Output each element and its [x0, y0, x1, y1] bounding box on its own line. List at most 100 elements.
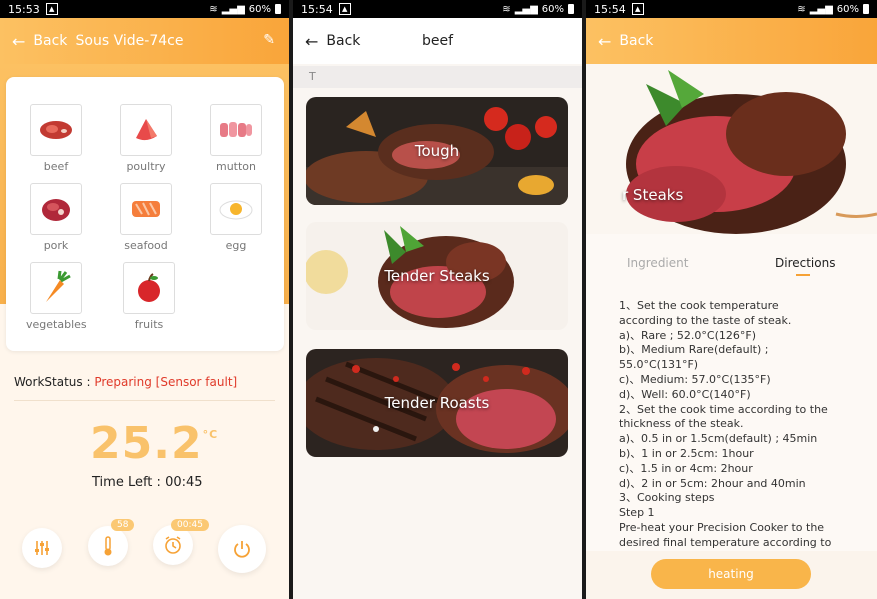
category-egg[interactable]: egg	[206, 183, 266, 252]
tab-directions[interactable]: Directions	[775, 256, 835, 270]
set-temperature-button[interactable]	[88, 526, 128, 566]
battery-percent: 60%	[836, 3, 859, 15]
back-button[interactable]: ← Back	[305, 32, 360, 51]
direction-line: Pre-heat your Precision Cooker to the	[619, 520, 825, 534]
direction-line: 1、Set the cook temperature	[619, 299, 779, 312]
direction-line: Step 1	[619, 506, 655, 520]
signal-icon: ▂▄▆	[221, 3, 245, 15]
category-pork[interactable]: pork	[26, 183, 86, 252]
power-button[interactable]	[218, 525, 266, 573]
category-label: egg	[225, 239, 247, 252]
back-label: Back	[619, 33, 654, 49]
notification-icon: ▲	[45, 3, 58, 15]
temperature-unit: °C	[202, 428, 219, 441]
category-fruits[interactable]: fruits	[119, 262, 179, 331]
alarm-clock-icon	[165, 536, 181, 554]
category-label: pork	[43, 239, 69, 252]
power-icon	[234, 541, 250, 558]
back-button[interactable]: ← Back	[598, 32, 653, 51]
category-label: seafood	[124, 239, 168, 252]
notification-icon: ▲	[338, 3, 351, 15]
recipe-title: r Steaks	[622, 186, 684, 204]
device-screen: 15:54 ▲ ≋ ▂▄▆ 60% ← Back beef T Tough Te…	[293, 0, 582, 599]
carrot-icon	[46, 270, 71, 302]
direction-line: c)、1.5 in or 4cm: 2hour	[619, 461, 753, 475]
thermometer-icon	[104, 536, 112, 556]
direction-line: a)、Rare ; 52.0°C(126°F)	[619, 328, 757, 342]
category-vegetables[interactable]: vegetables	[26, 262, 87, 331]
status-bar: 15:54 ▲ ≋ ▂▄▆ 60%	[293, 0, 582, 18]
settings-sliders-button[interactable]	[22, 528, 62, 568]
edit-icon[interactable]: ✎	[263, 32, 275, 48]
category-label: fruits	[134, 318, 164, 331]
time-left: Time Left : 00:45	[92, 475, 203, 490]
wifi-icon: ≋	[502, 3, 511, 15]
direction-line: thickness of the steak.	[619, 417, 744, 431]
heating-button[interactable]: heating	[651, 559, 811, 589]
recipe-card-tender-roasts[interactable]: Tender Roasts	[306, 349, 568, 457]
recipe-title: Tender Steaks	[384, 267, 490, 285]
category-label: poultry	[126, 160, 166, 173]
tab-ingredient[interactable]: Ingredient	[627, 256, 688, 270]
back-arrow-icon: ←	[12, 31, 26, 51]
direction-line: d)、Well: 60.0°C(140°F)	[619, 387, 751, 401]
time-pill: 00:45	[171, 519, 209, 531]
category-beef[interactable]: beef	[26, 104, 86, 173]
work-status-value: Preparing [Sensor fault]	[94, 375, 238, 389]
notification-icon: ▲	[631, 3, 644, 15]
direction-line: a)、0.5 in or 1.5cm(default) ; 45min	[619, 432, 818, 446]
status-time: 15:53	[8, 2, 40, 16]
battery-percent: 60%	[541, 3, 564, 15]
battery-icon	[568, 4, 574, 14]
direction-line: b)、Medium Rare(default) ;	[619, 343, 769, 357]
category-label: beef	[43, 160, 69, 173]
category-poultry[interactable]: poultry	[116, 104, 176, 173]
seafood-icon	[132, 201, 160, 217]
app-header: ← Back Sous Vide-74ce ✎	[0, 18, 289, 64]
egg-icon	[219, 200, 253, 220]
direction-line: 3、Cooking steps	[619, 491, 715, 505]
category-seafood[interactable]: seafood	[116, 183, 176, 252]
direction-line: c)、Medium: 57.0°C(135°F)	[619, 372, 771, 386]
direction-line: 55.0°C(131°F)	[619, 358, 699, 372]
app-header: ← Back	[586, 18, 877, 64]
work-status-label: WorkStatus :	[14, 375, 91, 389]
signal-icon: ▂▄▆	[514, 3, 538, 15]
status-bar: 15:53 ▲ ≋ ▂▄▆ 60%	[0, 0, 289, 18]
steak-photo	[586, 64, 877, 234]
device-screen: 15:54 ▲ ≋ ▂▄▆ 60% ← Back r Steaks Ingredien…	[586, 0, 877, 599]
recipe-hero-image: r Steaks	[586, 64, 877, 234]
device-screen: 15:53 ▲ ≋ ▂▄▆ 60% ← Back Sous Vide-74ce ✎ b…	[0, 0, 289, 599]
temperature-display: 25.2°C	[90, 418, 218, 469]
direction-line: b)、1 in or 2.5cm: 1hour	[619, 446, 754, 460]
apple-icon	[138, 273, 160, 302]
divider	[14, 400, 275, 401]
active-tab-indicator	[796, 274, 810, 276]
category-label: mutton	[215, 160, 256, 173]
direction-line: d)、2 in or 5cm: 2hour and 40min	[619, 476, 806, 490]
set-timer-button[interactable]	[153, 525, 193, 565]
section-header: T	[293, 66, 582, 88]
recipe-tabs: Ingredient Directions	[586, 256, 877, 284]
directions-text: 1、Set the cook temperature according to t…	[619, 299, 849, 551]
direction-line: desired final temperature according to	[619, 535, 832, 549]
back-button[interactable]: ← Back	[12, 32, 67, 51]
work-status: WorkStatus : Preparing [Sensor fault]	[14, 375, 237, 389]
recipe-card-tough[interactable]: Tough	[306, 97, 568, 205]
category-mutton[interactable]: mutton	[206, 104, 266, 173]
sliders-icon	[35, 541, 49, 555]
battery-percent: 60%	[248, 3, 271, 15]
temperature-pill: 58	[111, 519, 135, 531]
app-header: ← Back beef	[293, 18, 582, 64]
category-label: vegetables	[26, 318, 87, 331]
recipe-title: Tough	[414, 142, 460, 160]
beef-icon	[40, 121, 72, 139]
wifi-icon: ≋	[797, 3, 806, 15]
temperature-value: 25.2	[90, 418, 203, 469]
direction-line: 2、Set the cook time according to the	[619, 402, 828, 416]
battery-icon	[863, 4, 869, 14]
category-grid: beef poultry mutton pork seafood egg veg…	[6, 77, 284, 351]
battery-icon	[275, 4, 281, 14]
recipe-card-tender-steaks[interactable]: Tender Steaks	[306, 222, 568, 330]
back-label: Back	[326, 33, 361, 49]
